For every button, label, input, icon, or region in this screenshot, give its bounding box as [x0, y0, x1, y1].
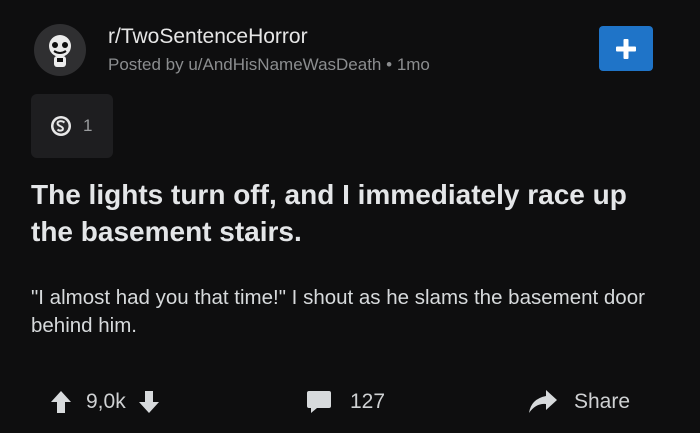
post-body: "I almost had you that time!" I shout as… — [31, 286, 645, 337]
post-title: The lights turn off, and I immediately r… — [31, 179, 627, 247]
award-icon — [49, 114, 73, 138]
join-button[interactable] — [599, 26, 653, 71]
share-label: Share — [574, 390, 631, 413]
post-meta: Posted by u/AndHisNameWasDeath • 1mo — [108, 55, 430, 75]
subreddit-avatar[interactable] — [34, 24, 86, 76]
downvote-arrow-icon[interactable] — [138, 390, 160, 414]
vote-count: 9,0k — [86, 390, 126, 413]
share-arrow-icon — [528, 389, 558, 415]
posted-by[interactable]: Posted by u/AndHisNameWasDeath — [108, 55, 381, 74]
comment-count: 127 — [350, 390, 386, 413]
award-badge[interactable]: 1 — [31, 94, 113, 158]
share-button[interactable]: Share — [528, 382, 630, 422]
post-age: 1mo — [396, 55, 430, 74]
subreddit-name[interactable]: r/TwoSentenceHorror — [108, 25, 308, 49]
comment-bubble-icon — [306, 389, 332, 415]
post-actions: 9,0k 127 Share — [0, 382, 700, 422]
upvote-arrow-icon[interactable] — [50, 390, 72, 414]
subreddit-avatar-icon — [40, 30, 80, 70]
award-count: 1 — [83, 116, 93, 135]
plus-icon — [615, 38, 637, 60]
comments-button[interactable]: 127 — [306, 382, 385, 422]
meta-separator: • — [386, 55, 393, 74]
vote-controls: 9,0k — [50, 382, 160, 422]
